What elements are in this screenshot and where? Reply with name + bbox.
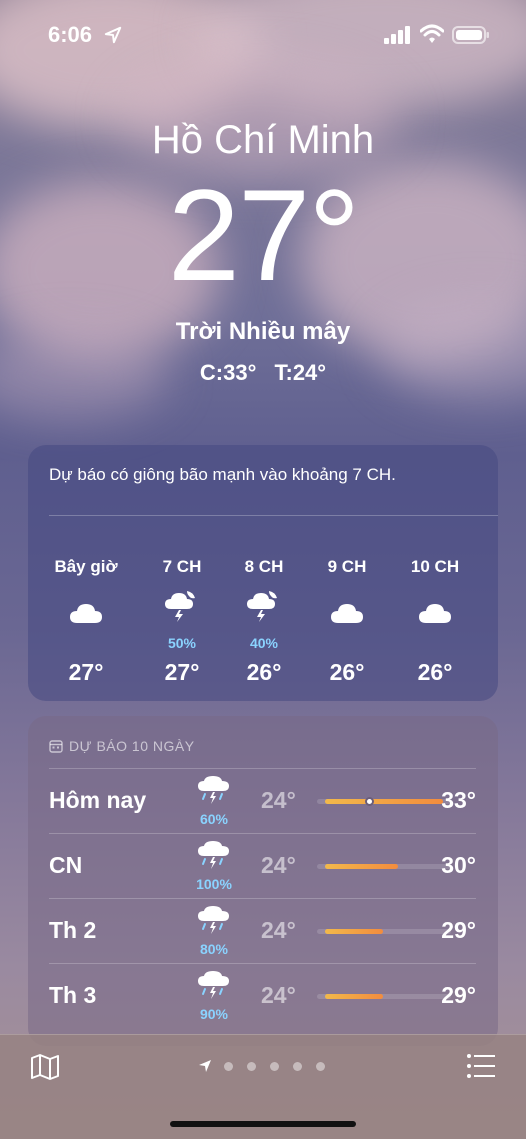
cloud-icon (393, 601, 477, 639)
forecast-alert: Dự báo có giông bão mạnh vào khoảng 7 CH… (49, 465, 396, 484)
temperature-range-fill (325, 929, 384, 934)
location-arrow-icon (104, 26, 122, 44)
thunderstorm-moon-icon (222, 589, 306, 635)
day-low: 24° (261, 982, 296, 1008)
weather-condition: Trời Nhiều mây (175, 318, 351, 345)
day-low: 24° (261, 787, 296, 813)
hour-item: 9 CH 26° (305, 557, 389, 686)
status-bar: 6:06 (0, 20, 526, 52)
hour-temperature: 26° (417, 659, 453, 685)
page-dot[interactable] (247, 1062, 256, 1071)
high-temperature: C:33° (199, 360, 257, 385)
hour-precip (305, 639, 389, 653)
day-high: 29° (441, 982, 476, 1008)
day-high: 33° (441, 787, 476, 813)
ten-day-header: DỰ BÁO 10 NGÀY (49, 738, 195, 754)
current-location-icon (199, 1060, 211, 1072)
page-dot[interactable] (316, 1062, 325, 1071)
day-high: 30° (441, 852, 476, 878)
wifi-icon (420, 24, 444, 43)
thunderstorm-moon-icon (140, 589, 224, 635)
cloud-icon (305, 601, 389, 639)
thunderstorm-rain-icon (197, 970, 231, 1000)
day-label: Hôm nay (49, 787, 147, 813)
temperature-range-fill (325, 864, 399, 869)
temperature-range-bar (317, 797, 451, 806)
day-precip: 60% (199, 811, 229, 827)
day-precip: 80% (199, 941, 229, 957)
hour-item: 10 CH 26° (393, 557, 477, 686)
bottom-toolbar (0, 1034, 526, 1139)
daily-row[interactable]: Hôm nay 60% 24° 33° (49, 768, 476, 832)
hour-temperature: 27° (164, 659, 200, 685)
city-name: Hồ Chí Minh (151, 118, 375, 162)
temperature-range-fill (325, 994, 384, 999)
hour-item: 7 CH 50% 27° (140, 557, 224, 686)
hourly-forecast-card[interactable]: Dự báo có giông bão mạnh vào khoảng 7 CH… (28, 445, 498, 701)
page-dot[interactable] (270, 1062, 279, 1071)
calendar-icon (49, 740, 63, 753)
cellular-signal-icon (384, 26, 410, 44)
thunderstorm-rain-icon (197, 840, 231, 870)
current-temp-dot (365, 797, 375, 806)
day-low: 24° (261, 852, 296, 878)
hour-label: 8 CH (244, 557, 284, 576)
city-list-icon[interactable] (466, 1053, 496, 1079)
daily-row[interactable]: Th 3 90% 24° 29° (49, 963, 476, 1027)
status-time: 6:06 (48, 22, 93, 47)
current-temperature: 27° (167, 162, 361, 308)
thunderstorm-rain-icon (197, 775, 231, 805)
hour-precip (393, 639, 477, 653)
low-temperature: T:24° (274, 360, 327, 385)
day-low: 24° (261, 917, 296, 943)
hour-item: 8 CH 40% 26° (222, 557, 306, 686)
hour-precip: 50% (167, 635, 197, 651)
page-dot[interactable] (293, 1062, 302, 1071)
day-label: Th 2 (49, 917, 97, 943)
day-high: 29° (441, 917, 476, 943)
page-dot[interactable] (224, 1062, 233, 1071)
hour-item: Bây giờ 27° (44, 557, 128, 686)
hour-label: 7 CH (162, 557, 202, 576)
day-precip: 90% (199, 1006, 229, 1022)
hour-precip: 40% (249, 635, 279, 651)
divider (49, 515, 498, 516)
day-label: CN (49, 852, 83, 878)
hour-temperature: 26° (246, 659, 282, 685)
hour-label: Bây giờ (54, 557, 118, 576)
home-indicator[interactable] (170, 1121, 356, 1127)
temperature-range-bar (317, 929, 451, 934)
temperature-range-fill (325, 799, 443, 804)
daily-row[interactable]: Th 2 80% 24° 29° (49, 898, 476, 962)
daily-row[interactable]: CN 100% 24° 30° (49, 833, 476, 897)
hour-label: 10 CH (410, 557, 460, 576)
hour-temperature: 27° (68, 659, 104, 685)
day-label: Th 3 (49, 982, 97, 1008)
temperature-range-bar (317, 864, 451, 869)
map-icon[interactable] (30, 1053, 60, 1081)
day-precip: 100% (196, 876, 232, 892)
thunderstorm-rain-icon (197, 905, 231, 935)
battery-icon (452, 26, 489, 44)
high-low-temperature: C:33° T:24° (0, 360, 526, 386)
cloud-icon (44, 601, 128, 639)
hour-temperature: 26° (329, 659, 365, 685)
hour-label: 9 CH (327, 557, 367, 576)
ten-day-title: DỰ BÁO 10 NGÀY (69, 738, 195, 754)
ten-day-forecast-card[interactable]: DỰ BÁO 10 NGÀY Hôm nay 60% 24° 33° CN 100% 24°… (28, 716, 498, 1046)
temperature-range-bar (317, 994, 451, 999)
hour-precip (44, 639, 128, 653)
